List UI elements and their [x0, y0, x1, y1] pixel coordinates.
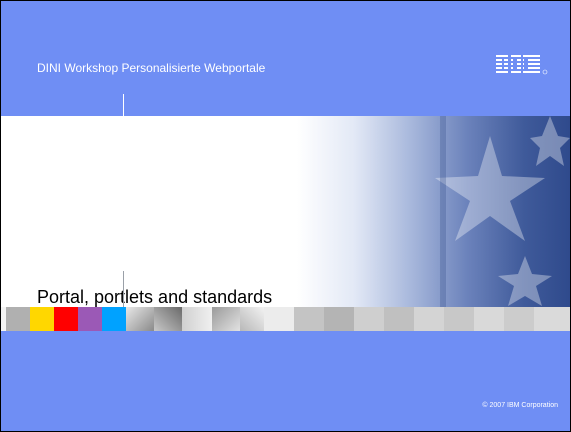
ibm-logo — [496, 53, 548, 77]
gray-tile — [354, 307, 384, 331]
workshop-title: DINI Workshop Personalisierte Webportale — [37, 61, 266, 75]
color-square-blue — [102, 307, 126, 331]
copyright-notice: © 2007 IBM Corporation — [482, 402, 558, 409]
divider-tick-top — [123, 94, 124, 118]
presentation-title: Portal, portlets and standards — [37, 287, 273, 307]
color-square — [6, 307, 30, 331]
gray-tile — [324, 307, 354, 331]
photo-tile — [182, 307, 212, 331]
gray-tile — [474, 307, 504, 331]
decorative-star-graphic — [435, 116, 570, 307]
photo-tile — [264, 307, 294, 331]
gray-tile — [534, 307, 570, 331]
color-square-red — [54, 307, 78, 331]
image-strip — [1, 307, 570, 331]
slide: DINI Workshop Personalisierte Webportale — [0, 0, 571, 432]
gray-tile — [414, 307, 444, 331]
photo-tile — [126, 307, 154, 331]
color-square-yellow — [30, 307, 54, 331]
photo-tile — [240, 307, 264, 331]
gray-tile — [444, 307, 474, 331]
photo-tile — [154, 307, 182, 331]
photo-tile — [212, 307, 240, 331]
gray-tile — [504, 307, 534, 331]
gray-tile — [294, 307, 324, 331]
title-band: Portal, portlets and standards — [1, 116, 570, 307]
color-square-purple — [78, 307, 102, 331]
gray-tile — [384, 307, 414, 331]
